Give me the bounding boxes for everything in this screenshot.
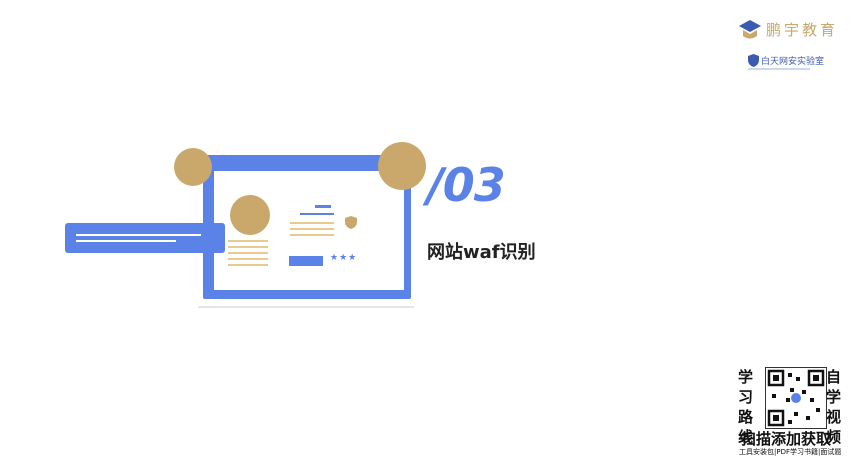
shield-logo-icon — [748, 54, 759, 67]
shield-icon — [345, 216, 357, 229]
section-title: 网站waf识别 — [427, 242, 536, 263]
paragraph-lines-illustration — [290, 222, 334, 240]
sub-brand-divider — [748, 68, 810, 70]
search-bar-illustration — [65, 223, 225, 253]
decor-circle-top-right — [378, 142, 426, 190]
promo-char: 学 — [826, 388, 842, 406]
qr-code-icon[interactable] — [765, 367, 827, 429]
brand-logo-icon — [739, 20, 761, 39]
sub-brand-text: 白天网安实验室 — [761, 57, 825, 67]
search-bar-line — [76, 240, 176, 242]
promo-tags: 工具安装包|PDF学习书籍|面试题 — [739, 448, 842, 456]
brand-logo-text: 鹏宇教育 — [766, 21, 839, 39]
button-illustration — [289, 256, 323, 266]
promo-char: 视 — [826, 408, 842, 426]
promo-char: 自 — [826, 368, 842, 386]
heading-bar-illustration — [315, 205, 331, 208]
promo-char: 习 — [738, 388, 754, 406]
promo-char: 学 — [738, 368, 754, 386]
decor-circle-top-left — [174, 148, 212, 186]
heading-bar-illustration — [300, 213, 334, 215]
text-lines-illustration — [228, 240, 268, 270]
rating-stars-icon: ★★★ — [330, 253, 358, 263]
search-bar-line — [76, 234, 201, 236]
promo-cta-text: 扫描添加获取 — [741, 430, 832, 448]
illustration-shadow — [198, 306, 414, 308]
promo-char: 路 — [738, 408, 754, 426]
section-number: /03 — [427, 158, 506, 212]
avatar-circle-illustration — [230, 195, 270, 235]
